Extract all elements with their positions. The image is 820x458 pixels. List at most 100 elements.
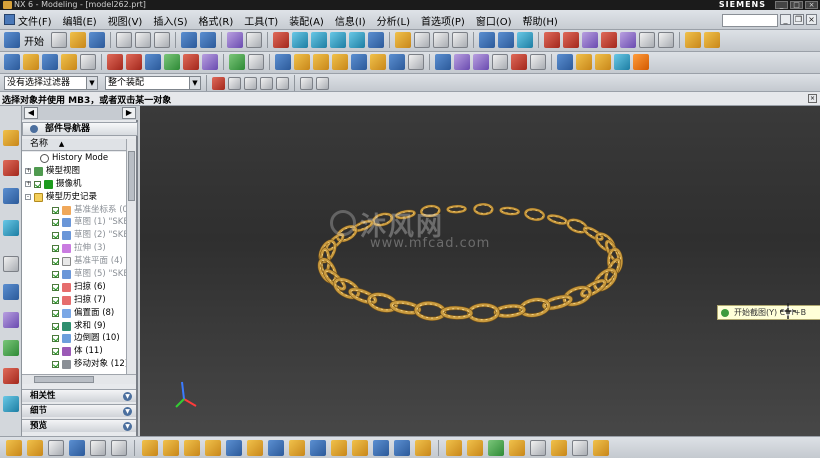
wcs-rotate-icon[interactable] (517, 32, 533, 48)
menu-item[interactable]: 文件(F) (18, 13, 52, 28)
visibility-checkbox[interactable] (52, 245, 59, 253)
touch-mode-icon[interactable] (246, 32, 262, 48)
tree-node[interactable]: 拉伸 (3) (22, 242, 126, 255)
rectangle-select-icon[interactable] (300, 76, 313, 90)
deformable-icon[interactable] (394, 440, 410, 456)
edit-object-display-icon[interactable] (704, 32, 720, 48)
snap-icon[interactable] (620, 32, 636, 48)
extrude-tool-icon[interactable] (23, 54, 39, 70)
system-materials-icon[interactable] (3, 284, 19, 300)
curve-rule-icon[interactable] (228, 76, 241, 90)
visibility-checkbox[interactable] (52, 271, 59, 279)
explode-view-icon[interactable] (163, 440, 179, 456)
tree-node[interactable]: 草图 (1) "SKETCH_000" (22, 216, 126, 229)
assembly-cut-icon[interactable] (373, 440, 389, 456)
graphics-window[interactable]: 沐风网 www.mfcad.com 开始截图(Y) Ctrl+B (140, 106, 820, 436)
visibility-checkbox[interactable] (52, 309, 59, 317)
ruled-surface-icon[interactable] (576, 54, 592, 70)
arrangement-icon[interactable] (415, 440, 431, 456)
paste-icon[interactable] (154, 32, 170, 48)
linked-part-icon[interactable] (488, 440, 504, 456)
menu-item[interactable]: 帮助(H) (523, 13, 558, 28)
arc-tool-icon[interactable] (126, 54, 142, 70)
fastener-icon[interactable] (551, 440, 567, 456)
helix-tool-icon[interactable] (145, 54, 161, 70)
collapse-icon[interactable]: - (25, 193, 31, 200)
copy-icon[interactable] (135, 32, 151, 48)
menu-item[interactable]: 工具(T) (244, 13, 278, 28)
maximize-icon[interactable]: □ (790, 1, 803, 9)
face-rule-icon[interactable] (244, 76, 257, 90)
trim-body-icon[interactable] (389, 54, 405, 70)
tree-node[interactable]: 求和 (9) (22, 320, 126, 333)
menu-item[interactable]: 首选项(P) (421, 13, 465, 28)
part-navigator-icon[interactable] (3, 188, 19, 204)
visibility-checkbox[interactable] (52, 283, 59, 291)
menu-item[interactable]: 分析(L) (377, 13, 410, 28)
clearance-icon[interactable] (205, 440, 221, 456)
visibility-checkbox[interactable] (52, 206, 59, 214)
reposition-component-icon[interactable] (90, 440, 106, 456)
assembly-navigator-icon[interactable] (3, 130, 19, 146)
nav-back-icon[interactable]: ◀ (24, 107, 38, 119)
menu-item[interactable]: 视图(V) (108, 13, 143, 28)
menu-item[interactable]: 编辑(E) (63, 13, 97, 28)
menu-item[interactable]: 插入(S) (153, 13, 187, 28)
tree-node[interactable]: - 模型历史记录 (22, 191, 126, 204)
chevron-down-icon[interactable]: ▼ (189, 77, 200, 89)
unite-tool-icon[interactable] (229, 54, 245, 70)
sequence-icon[interactable] (184, 440, 200, 456)
constraint-navigator-icon[interactable] (3, 160, 19, 176)
visibility-checkbox[interactable] (52, 296, 59, 304)
document-icon[interactable] (4, 14, 15, 25)
project-curve-icon[interactable] (202, 54, 218, 70)
check-clearance-icon[interactable] (352, 440, 368, 456)
close-icon[interactable]: × (805, 1, 818, 9)
pattern-tool-icon[interactable] (351, 54, 367, 70)
through-curves-icon[interactable] (557, 54, 573, 70)
zoom-window-icon[interactable] (292, 32, 308, 48)
tree-node[interactable]: 边倒圆 (10) (22, 332, 126, 345)
visibility-checkbox[interactable] (52, 219, 59, 227)
horizontal-scrollbar[interactable] (22, 374, 136, 384)
tree-node[interactable]: 体 (11) (22, 345, 126, 358)
assembly-constraints-icon[interactable] (289, 440, 305, 456)
mate-component-icon[interactable] (69, 440, 85, 456)
reuse-library-icon[interactable] (3, 220, 19, 236)
visibility-checkbox[interactable] (52, 232, 59, 240)
shell-tool-icon[interactable] (313, 54, 329, 70)
command-search-input[interactable] (722, 14, 778, 27)
curve-tool-icon[interactable] (183, 54, 199, 70)
hide-icon[interactable] (658, 32, 674, 48)
patch-icon[interactable] (511, 54, 527, 70)
menu-item[interactable]: 窗口(O) (476, 13, 512, 28)
vector-icon[interactable] (563, 32, 579, 48)
selection-scope-select[interactable]: 整个装配 ▼ (105, 76, 201, 90)
weld-icon[interactable] (530, 440, 546, 456)
lasso-select-icon[interactable] (316, 76, 329, 90)
column-header-name[interactable]: 名称 ▲ (22, 139, 126, 151)
expand-icon[interactable]: + (25, 180, 31, 187)
minimize-icon[interactable]: _ (775, 1, 788, 9)
tree-node[interactable]: 扫掠 (6) (22, 281, 126, 294)
hole-tool-icon[interactable] (61, 54, 77, 70)
pan-icon[interactable] (349, 32, 365, 48)
new-file-icon[interactable] (51, 32, 67, 48)
chain-link[interactable] (546, 214, 569, 225)
section-preview[interactable]: 预览 ▼ (22, 419, 136, 432)
vertical-scrollbar[interactable] (126, 139, 136, 374)
tree-node[interactable]: 移动对象 (12) (22, 358, 126, 371)
body-rule-icon[interactable] (276, 76, 289, 90)
close-icon[interactable]: × (808, 94, 817, 103)
envelope-icon[interactable] (467, 440, 483, 456)
thicken-icon[interactable] (473, 54, 489, 70)
subtract-tool-icon[interactable] (248, 54, 264, 70)
assembly-clone-icon[interactable] (509, 440, 525, 456)
tree-node[interactable]: 草图 (5) "SKETCH_002" (22, 268, 126, 281)
edge-blend-tool-icon[interactable] (275, 54, 291, 70)
roles-icon[interactable] (3, 368, 19, 384)
sweep-tool-icon[interactable] (614, 54, 630, 70)
expand-icon[interactable]: + (25, 167, 31, 174)
doc-minimize-icon[interactable]: _ (780, 14, 791, 25)
repeat-command-icon[interactable] (227, 32, 243, 48)
